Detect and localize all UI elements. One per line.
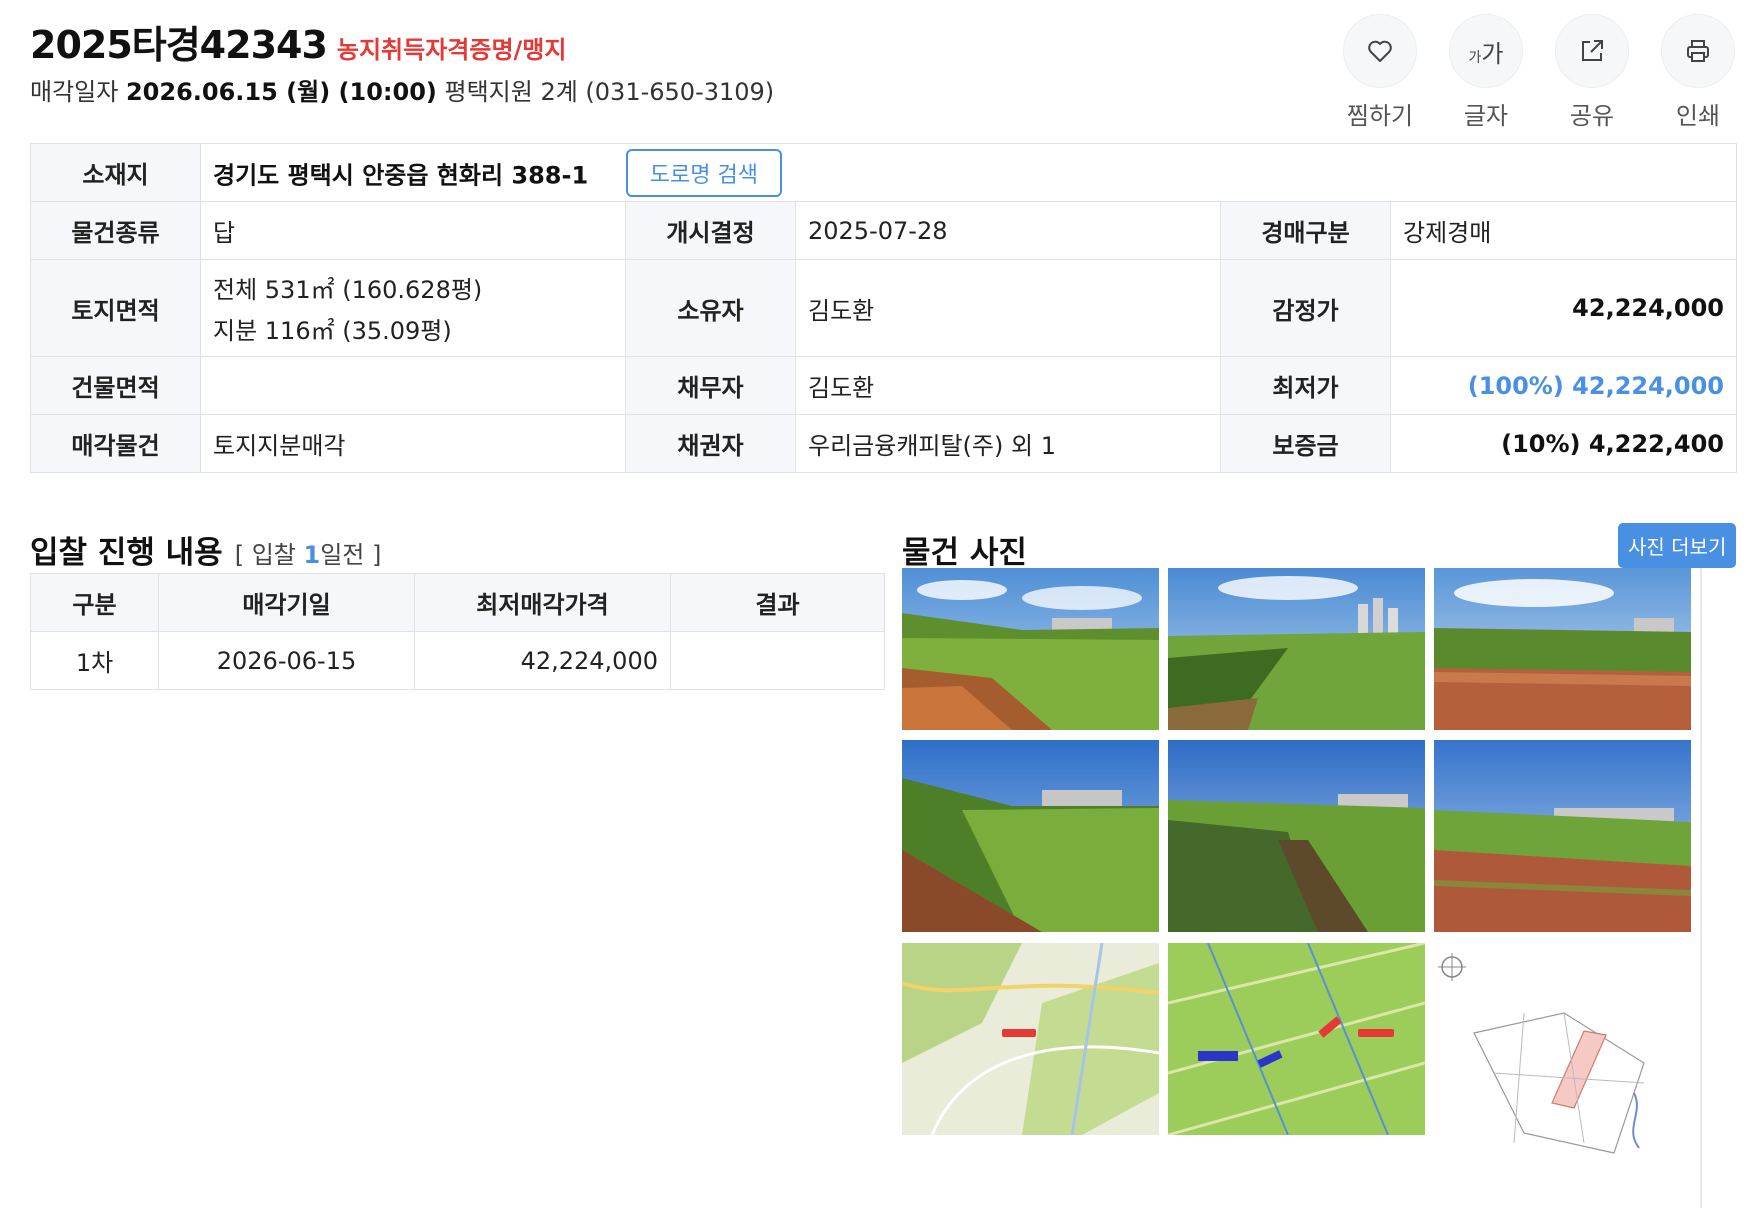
appraisal-value: 42,224,000 (1390, 259, 1737, 357)
info-row: 물건종류 답 개시결정 2025-07-28 경매구분 강제경매 (30, 201, 1737, 260)
creditor-label: 채권자 (625, 414, 796, 473)
start-decision-value: 2025-07-28 (795, 201, 1221, 260)
building-area-value (200, 356, 626, 415)
auction-detail-page: 2025타경42343 농지취득자격증명/맹지 매각일자 2026.06.15 … (0, 0, 1764, 1208)
debtor-value: 김도환 (795, 356, 1221, 415)
bid-round: 1차 (30, 631, 159, 690)
case-flag-badge: 농지취득자격증명/맹지 (336, 36, 567, 64)
photo-field-5[interactable] (1168, 740, 1425, 932)
bid-countdown-prefix: [ 입찰 (234, 541, 304, 569)
font-size-label: 글자 (1463, 102, 1509, 130)
photo-map-2[interactable] (1168, 943, 1425, 1135)
favorite-label: 찜하기 (1346, 102, 1414, 130)
favorite-button[interactable]: 찜하기 (1342, 14, 1418, 131)
creditor-value: 우리금융캐피탈(주) 외 1 (795, 414, 1221, 473)
property-type-value: 답 (200, 201, 626, 260)
bid-date: 2026-06-15 (158, 631, 415, 690)
photo-scrollbar[interactable] (1700, 568, 1702, 1208)
road-name-search-button[interactable]: 도로명 검색 (625, 148, 782, 197)
deposit-label: 보증금 (1220, 414, 1391, 473)
sale-date-label: 매각일자 (30, 78, 119, 106)
location-value: 경기도 평택시 안중읍 현화리 388-1 (213, 161, 589, 189)
photo-cadastral-map[interactable] (1434, 943, 1691, 1168)
bid-table-header: 구분 매각기일 최저매각가격 결과 (30, 573, 885, 632)
owner-label: 소유자 (625, 259, 796, 357)
bid-countdown-days: 1 (303, 541, 321, 569)
share-label: 공유 (1569, 102, 1615, 130)
auction-type-label: 경매구분 (1220, 201, 1391, 260)
owner-value: 김도환 (795, 259, 1221, 357)
building-area-label: 건물면적 (30, 356, 201, 415)
sale-item-label: 매각물건 (30, 414, 201, 473)
font-size-large-glyph: 가 (1481, 39, 1504, 68)
land-area-total: 전체 531㎡ (160.628평) (213, 276, 483, 304)
sale-info: 매각일자 2026.06.15 (월) (10:00) 평택지원 2계 (031… (30, 72, 774, 107)
font-size-button[interactable]: 가가 글자 (1448, 14, 1524, 131)
photo-field-2[interactable] (1168, 568, 1425, 730)
bid-section-title: 입찰 진행 내용 [ 입찰 1일전 ] (30, 527, 381, 572)
table-row: 1차 2026-06-15 42,224,000 (30, 631, 885, 690)
case-title: 2025타경42343 농지취득자격증명/맹지 (30, 14, 566, 69)
location-label: 소재지 (30, 143, 201, 202)
more-photos-button[interactable]: 사진 더보기 (1618, 523, 1737, 568)
photo-map-1[interactable] (902, 943, 1159, 1135)
land-area-share: 지분 116㎡ (35.09평) (213, 317, 452, 345)
font-size-icon: 가가 (1449, 14, 1523, 88)
debtor-label: 채무자 (625, 356, 796, 415)
minimum-price-value: (100%) 42,224,000 (1390, 356, 1737, 415)
property-info-table: 소재지 경기도 평택시 안중읍 현화리 388-1 도로명 검색 물건종류 답 … (30, 143, 1737, 473)
bid-result (670, 631, 885, 690)
property-type-label: 물건종류 (30, 201, 201, 260)
share-icon (1555, 14, 1629, 88)
column-sale-date: 매각기일 (158, 573, 415, 632)
minimum-price-label: 최저가 (1220, 356, 1391, 415)
font-size-small-glyph: 가 (1468, 49, 1482, 66)
print-icon (1661, 14, 1735, 88)
info-row: 토지면적 전체 531㎡ (160.628평) 지분 116㎡ (35.09평)… (30, 259, 1737, 357)
share-button[interactable]: 공유 (1554, 14, 1630, 131)
photo-section-title: 물건 사진 (902, 535, 1027, 571)
info-row: 건물면적 채무자 김도환 최저가 (100%) 42,224,000 (30, 356, 1737, 415)
info-row: 매각물건 토지지분매각 채권자 우리금융캐피탈(주) 외 1 보증금 (10%)… (30, 414, 1737, 473)
case-number: 2025타경42343 (30, 23, 328, 67)
auction-type-value: 강제경매 (1390, 201, 1737, 260)
print-button[interactable]: 인쇄 (1660, 14, 1736, 131)
action-bar: 찜하기 가가 글자 공유 인쇄 (1342, 14, 1736, 131)
print-label: 인쇄 (1675, 102, 1721, 130)
heart-icon (1343, 14, 1417, 88)
sale-datetime: 2026.06.15 (월) (10:00) (125, 78, 437, 106)
appraisal-label: 감정가 (1220, 259, 1391, 357)
photo-field-4[interactable] (902, 740, 1159, 932)
photo-field-3[interactable] (1434, 568, 1691, 730)
column-minimum-price: 최저매각가격 (414, 573, 671, 632)
bid-price: 42,224,000 (414, 631, 671, 690)
column-round: 구분 (30, 573, 159, 632)
sale-item-value: 토지지분매각 (200, 414, 626, 473)
location-cell: 경기도 평택시 안중읍 현화리 388-1 도로명 검색 (200, 143, 1737, 202)
land-area-label: 토지면적 (30, 259, 201, 357)
photo-field-1[interactable] (902, 568, 1159, 730)
location-row: 소재지 경기도 평택시 안중읍 현화리 388-1 도로명 검색 (30, 143, 1737, 202)
start-decision-label: 개시결정 (625, 201, 796, 260)
court-info: 평택지원 2계 (031-650-3109) (444, 78, 775, 106)
photo-field-6[interactable] (1434, 740, 1691, 932)
land-area-value: 전체 531㎡ (160.628평) 지분 116㎡ (35.09평) (200, 259, 626, 357)
column-result: 결과 (670, 573, 885, 632)
deposit-value: (10%) 4,222,400 (1390, 414, 1737, 473)
bid-countdown: [ 입찰 1일전 ] (235, 541, 382, 569)
bid-history-table: 구분 매각기일 최저매각가격 결과 1차 2026-06-15 42,224,0… (30, 573, 885, 690)
bid-title-text: 입찰 진행 내용 (30, 535, 223, 571)
bid-countdown-suffix: 일전 ] (320, 541, 382, 569)
